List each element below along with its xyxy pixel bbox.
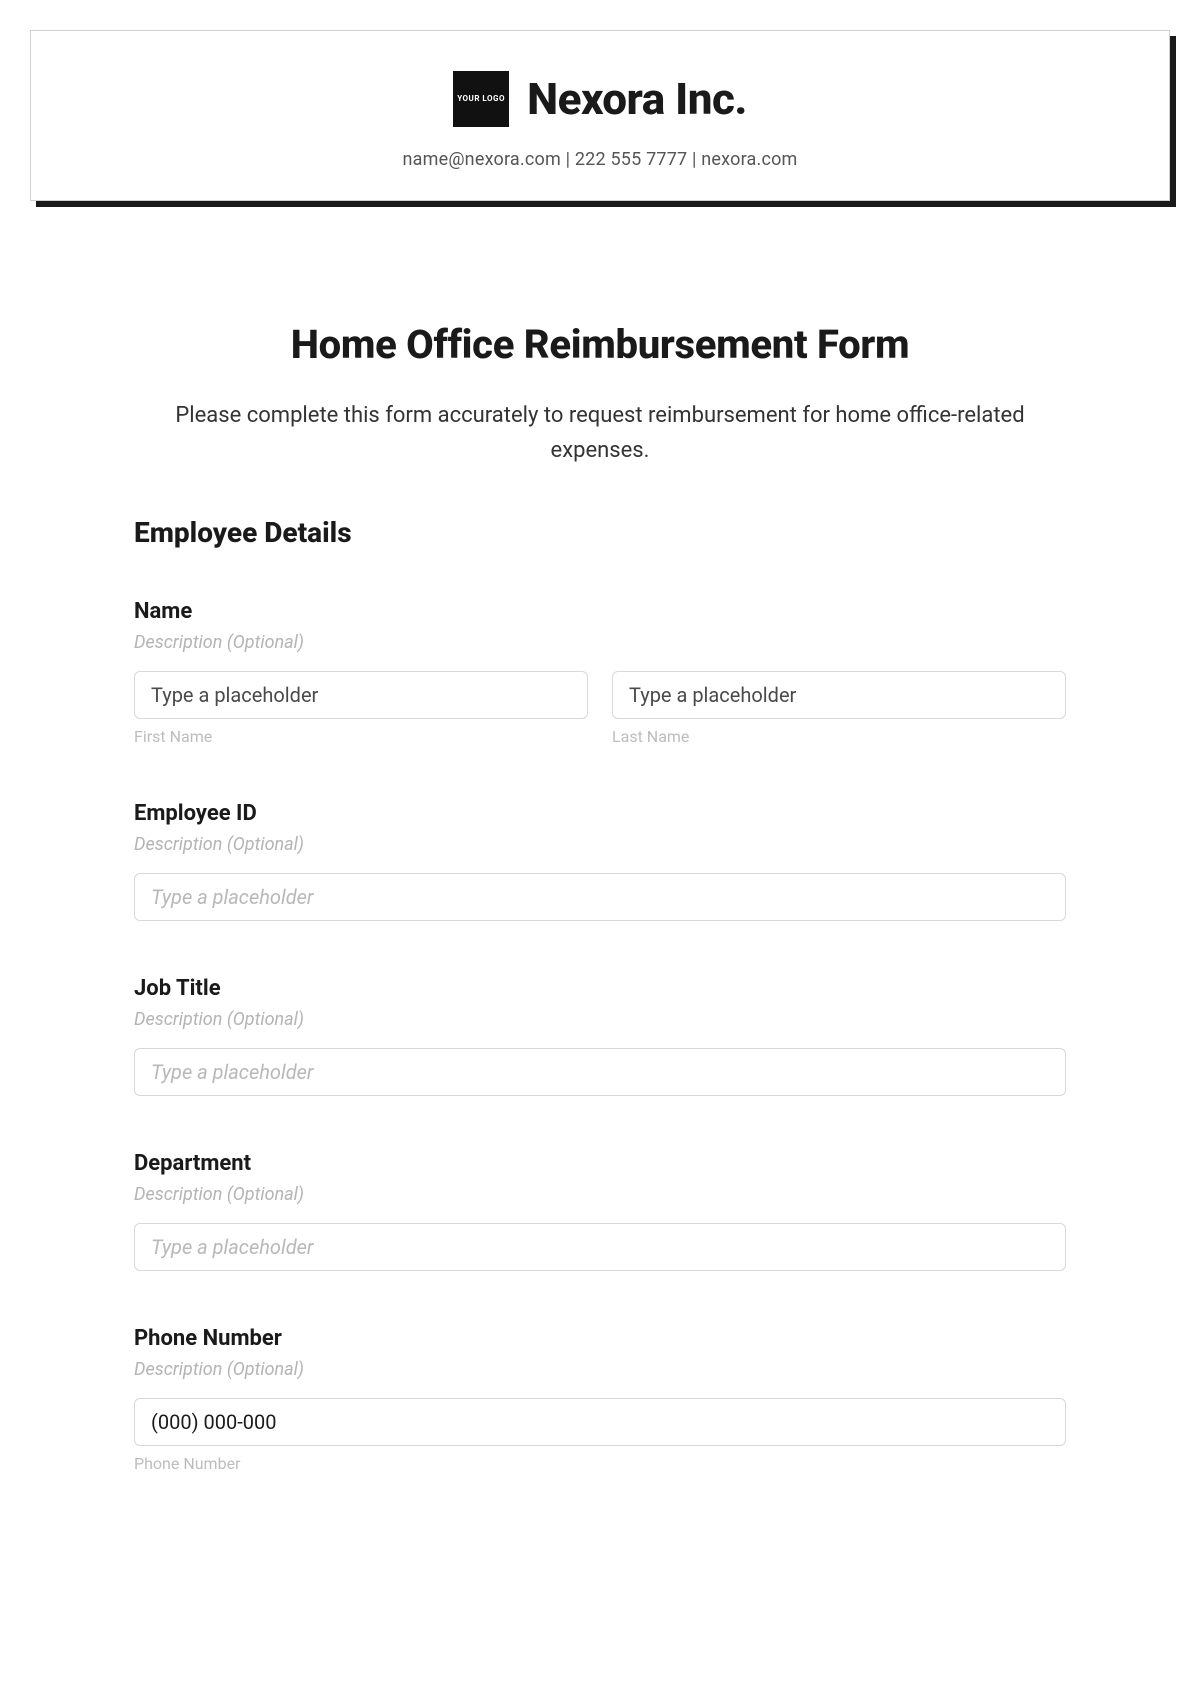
form-content: Home Office Reimbursement Form Please co… xyxy=(30,321,1170,1473)
field-phone: Phone Number Description (Optional) Phon… xyxy=(134,1326,1066,1473)
field-name: Name Description (Optional) First Name L… xyxy=(134,599,1066,746)
first-name-col: First Name xyxy=(134,671,588,746)
company-name: Nexora Inc. xyxy=(527,73,747,125)
name-label: Name xyxy=(134,599,1066,624)
name-input-row: First Name Last Name xyxy=(134,671,1066,746)
first-name-sublabel: First Name xyxy=(134,727,588,746)
employee-id-label: Employee ID xyxy=(134,801,1066,826)
field-employee-id: Employee ID Description (Optional) xyxy=(134,801,1066,921)
employee-id-desc: Description (Optional) xyxy=(134,834,1066,855)
section-employee-details: Employee Details xyxy=(134,516,1066,549)
page: YOUR LOGO Nexora Inc. name@nexora.com | … xyxy=(0,0,1200,1473)
contact-line: name@nexora.com | 222 555 7777 | nexora.… xyxy=(51,149,1149,170)
form-title: Home Office Reimbursement Form xyxy=(134,321,1066,368)
department-desc: Description (Optional) xyxy=(134,1184,1066,1205)
job-title-desc: Description (Optional) xyxy=(134,1009,1066,1030)
first-name-input[interactable] xyxy=(134,671,588,719)
name-desc: Description (Optional) xyxy=(134,632,1066,653)
job-title-input[interactable] xyxy=(134,1048,1066,1096)
department-input[interactable] xyxy=(134,1223,1066,1271)
phone-input[interactable] xyxy=(134,1398,1066,1446)
letterhead-card: YOUR LOGO Nexora Inc. name@nexora.com | … xyxy=(30,30,1170,201)
job-title-label: Job Title xyxy=(134,976,1066,1001)
logo-text: YOUR LOGO xyxy=(457,95,505,104)
phone-sublabel: Phone Number xyxy=(134,1454,1066,1473)
field-department: Department Description (Optional) xyxy=(134,1151,1066,1271)
phone-desc: Description (Optional) xyxy=(134,1359,1066,1380)
department-label: Department xyxy=(134,1151,1066,1176)
field-job-title: Job Title Description (Optional) xyxy=(134,976,1066,1096)
last-name-input[interactable] xyxy=(612,671,1066,719)
employee-id-input[interactable] xyxy=(134,873,1066,921)
phone-label: Phone Number xyxy=(134,1326,1066,1351)
form-intro: Please complete this form accurately to … xyxy=(134,398,1066,468)
last-name-sublabel: Last Name xyxy=(612,727,1066,746)
logo-placeholder: YOUR LOGO xyxy=(453,71,509,127)
letterhead-title-row: YOUR LOGO Nexora Inc. xyxy=(51,71,1149,127)
last-name-col: Last Name xyxy=(612,671,1066,746)
